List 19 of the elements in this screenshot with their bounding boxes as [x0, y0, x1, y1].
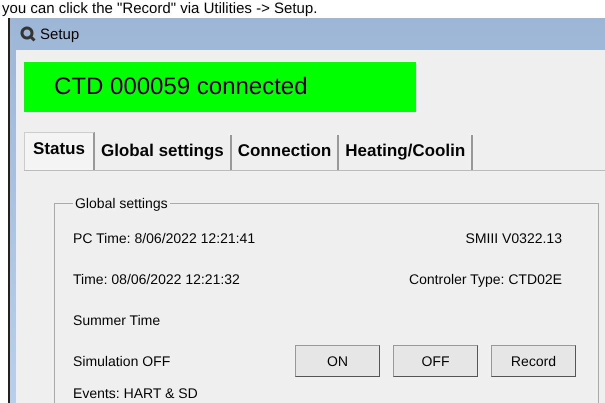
status-label: Time: 08/06/2022 12:21:32	[73, 270, 241, 286]
action-button[interactable]: ON	[295, 344, 380, 376]
status-label: Simulation OFF	[73, 352, 172, 368]
action-button[interactable]: Record	[491, 344, 576, 376]
tab[interactable]: Global settings	[94, 135, 232, 170]
status-value: Controler Type: CTD02E	[408, 270, 562, 286]
tab[interactable]: Connection	[232, 135, 340, 170]
tab[interactable]: Heating/Coolin	[339, 135, 474, 170]
magnifier-icon	[20, 26, 36, 42]
tab[interactable]: Status	[24, 132, 95, 170]
status-label: Events: HART & SD	[73, 385, 199, 401]
status-value: SMIII V0322.13	[465, 230, 562, 246]
status-banner: CTD 000059 connected	[24, 62, 416, 112]
group-title: Global settings	[74, 195, 169, 211]
action-button[interactable]: OFF	[393, 344, 478, 376]
status-label: Summer Time	[73, 312, 162, 328]
status-label: PC Time: 8/06/2022 12:21:41	[73, 230, 256, 246]
window-title: Setup	[40, 26, 80, 42]
caption-text: you can click the "Record" via Utilities -> Setup.	[1, 0, 318, 18]
